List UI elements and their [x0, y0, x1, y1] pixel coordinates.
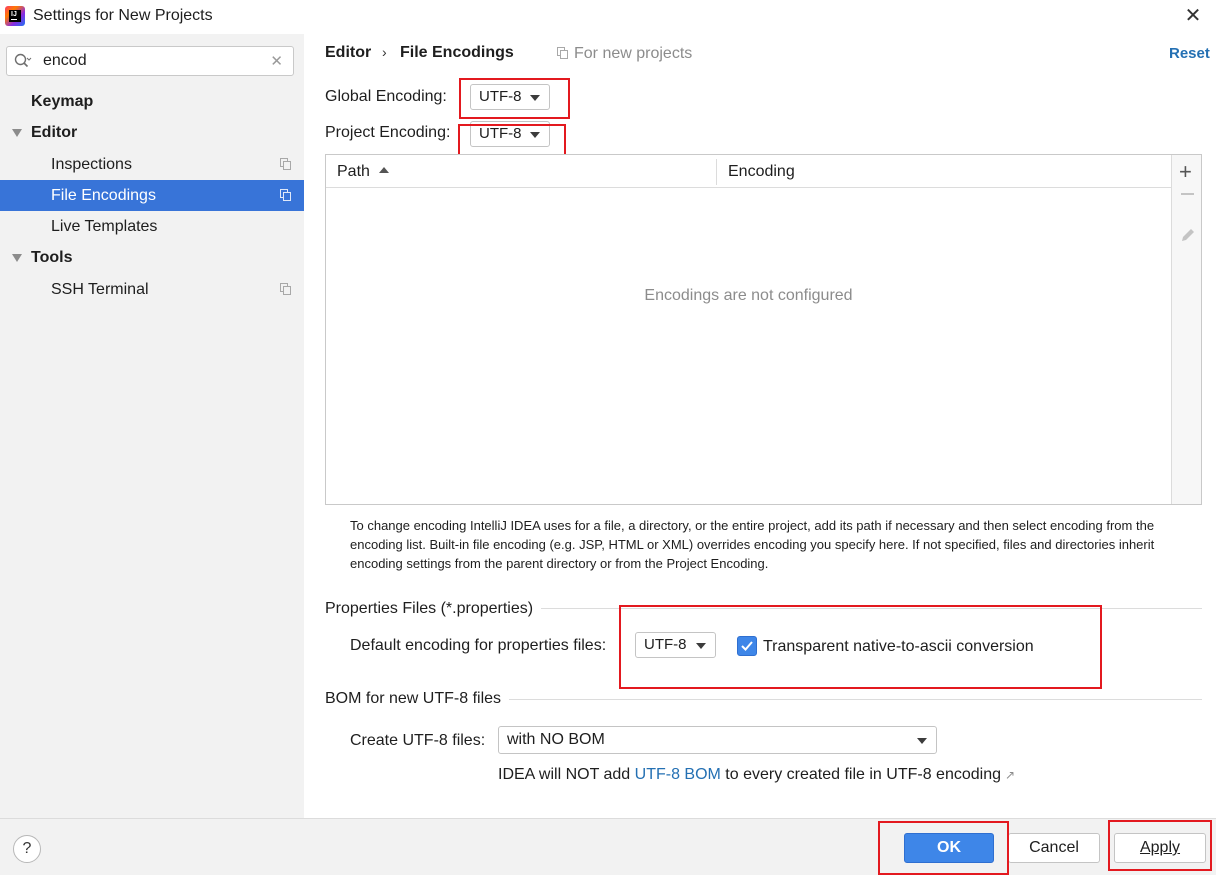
clear-search-icon[interactable]: ✕ [270, 52, 283, 70]
scope-note: For new projects [557, 45, 692, 63]
sidebar-item-editor[interactable]: Editor [0, 117, 304, 148]
sidebar-item-label: Live Templates [51, 218, 158, 235]
settings-sidebar: ✕ Keymap Editor Inspections File Encodin… [0, 34, 304, 818]
encoding-help-text: To change encoding IntelliJ IDEA uses fo… [350, 518, 1155, 571]
table-header: Path Encoding [326, 155, 1171, 188]
add-icon[interactable]: + [1179, 161, 1192, 183]
sidebar-item-label: Editor [31, 124, 78, 141]
bom-select[interactable]: with NO BOM [498, 726, 937, 754]
bom-section-title: BOM for new UTF-8 files [325, 690, 510, 708]
table-toolbar: + [1171, 155, 1201, 504]
sidebar-item-keymap[interactable]: Keymap [0, 86, 304, 117]
project-encoding-label: Project Encoding: [325, 124, 451, 141]
sidebar-item-label: Tools [31, 249, 73, 266]
remove-icon[interactable] [1181, 193, 1194, 195]
expand-arrow-icon[interactable] [12, 254, 22, 262]
breadcrumb-separator: › [382, 44, 387, 60]
highlight-box [619, 605, 1102, 689]
reset-link[interactable]: Reset [1169, 45, 1210, 62]
sidebar-item-label: Inspections [51, 156, 132, 173]
sidebar-item-tools[interactable]: Tools [0, 242, 304, 273]
bom-note-suffix: to every created file in UTF-8 encoding [720, 766, 1001, 783]
properties-section-title: Properties Files (*.properties) [325, 600, 542, 618]
sort-ascending-icon [379, 167, 389, 173]
sidebar-item-file-encodings[interactable]: File Encodings [0, 180, 304, 211]
project-copy-icon [280, 158, 291, 170]
global-encoding-label: Global Encoding: [325, 88, 447, 105]
path-encoding-table: Path Encoding Encodings are not configur… [325, 154, 1202, 505]
bom-value: with NO BOM [507, 731, 605, 748]
intellij-idea-icon: IJ [5, 6, 25, 26]
table-empty-text: Encodings are not configured [644, 287, 853, 304]
bom-note-prefix: IDEA will NOT add [498, 766, 635, 783]
close-icon[interactable]: ✕ [1183, 5, 1203, 27]
sidebar-item-live-templates[interactable]: Live Templates [0, 211, 304, 242]
cancel-button[interactable]: Cancel [1008, 833, 1100, 863]
project-copy-icon [557, 47, 569, 59]
sidebar-item-label: Keymap [31, 93, 94, 110]
expand-arrow-icon[interactable] [12, 129, 22, 137]
sidebar-item-label: SSH Terminal [51, 281, 149, 298]
column-header-encoding[interactable]: Encoding [728, 163, 795, 181]
create-utf8-label: Create UTF-8 files: [350, 732, 486, 749]
utf8-bom-link[interactable]: UTF-8 BOM [635, 766, 721, 783]
sidebar-item-label: File Encodings [51, 187, 156, 204]
bom-note: IDEA will NOT add UTF-8 BOM to every cre… [498, 766, 1015, 784]
app-icon-text: IJ [11, 11, 17, 18]
title-bar: IJ Settings for New Projects ✕ [0, 0, 1216, 34]
highlight-box [1108, 820, 1212, 871]
search-icon [14, 53, 32, 68]
sidebar-item-inspections[interactable]: Inspections [0, 149, 304, 180]
search-box[interactable]: ✕ [6, 46, 294, 76]
column-header-path[interactable]: Path [337, 163, 370, 181]
sidebar-item-ssh-terminal[interactable]: SSH Terminal [0, 274, 304, 305]
project-copy-icon [280, 283, 291, 295]
project-copy-icon [280, 189, 291, 201]
dropdown-arrow-icon [917, 738, 927, 744]
breadcrumb-editor[interactable]: Editor [325, 44, 371, 62]
highlight-box [459, 78, 570, 119]
dialog-footer: ? OK Cancel Apply [0, 818, 1216, 875]
scope-label: For new projects [574, 45, 693, 62]
column-divider[interactable] [716, 159, 717, 185]
external-link-icon[interactable]: ↗ [1005, 768, 1015, 782]
search-input[interactable] [43, 50, 263, 72]
breadcrumb-file-encodings: File Encodings [400, 44, 514, 61]
edit-pencil-icon[interactable] [1180, 227, 1196, 243]
window-title: Settings for New Projects [33, 7, 213, 24]
help-button[interactable]: ? [13, 835, 41, 863]
highlight-box [878, 821, 1009, 875]
properties-default-label: Default encoding for properties files: [350, 637, 607, 654]
